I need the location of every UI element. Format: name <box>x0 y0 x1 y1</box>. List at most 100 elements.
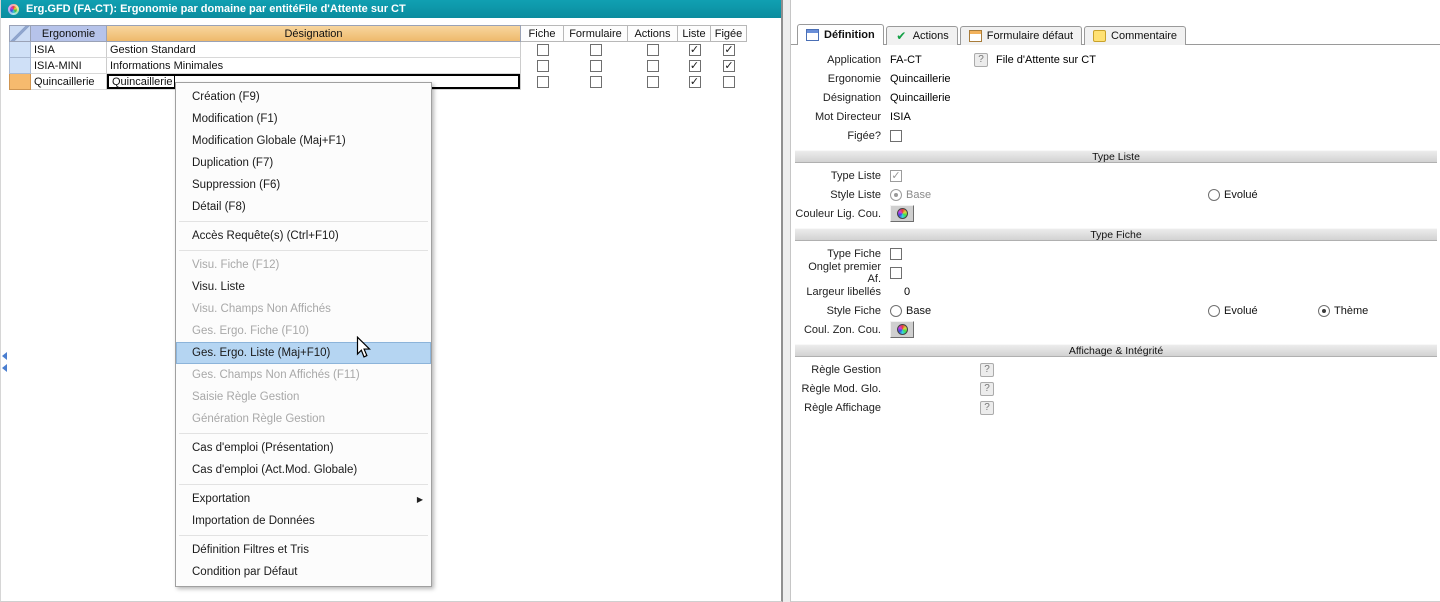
form-row: Règle Gestion? <box>795 360 1437 379</box>
radio-option[interactable]: Evolué <box>1208 304 1258 317</box>
dock-handle[interactable] <box>2 352 7 372</box>
tab-commentaire[interactable]: Commentaire <box>1084 26 1187 45</box>
checkbox[interactable]: ✓ <box>688 44 701 56</box>
form-row: Règle Mod. Glo.? <box>795 379 1437 398</box>
field-label: Figée? <box>847 129 881 142</box>
checkbox[interactable]: ✓ <box>723 60 735 72</box>
cell-actions <box>628 42 678 58</box>
form-row: Style Liste Base Evolué <box>795 185 1437 204</box>
header-designation[interactable]: Désignation <box>107 25 521 42</box>
field-label: Mot Directeur <box>814 110 881 123</box>
checkbox[interactable]: ✓ <box>723 44 735 56</box>
radio-label: Thème <box>1334 304 1369 317</box>
menu-item[interactable]: Détail (F8) <box>176 196 431 218</box>
comment-icon <box>1093 30 1107 42</box>
checkbox[interactable] <box>647 76 659 88</box>
header-fiche[interactable]: Fiche <box>521 25 564 42</box>
tab-formulaire-defaut[interactable]: Formulaire défaut <box>959 26 1083 45</box>
help-button[interactable]: ? <box>980 381 994 396</box>
checkbox[interactable] <box>723 76 735 88</box>
radio-option[interactable]: Evolué <box>1208 188 1258 201</box>
menu-item[interactable]: Condition par Défaut <box>176 561 431 583</box>
row-selector[interactable] <box>9 42 31 58</box>
cell-ergonomie[interactable]: ISIA-MINI <box>31 58 107 74</box>
table-row[interactable]: ISIA Gestion Standard ✓ ✓ <box>9 42 747 58</box>
menu-item[interactable]: Importation de Données <box>176 510 431 532</box>
menu-item[interactable]: Ges. Ergo. Liste (Maj+F10) <box>176 342 431 364</box>
table-row[interactable]: ISIA-MINI Informations Minimales ✓ ✓ <box>9 58 747 74</box>
checkbox[interactable] <box>890 247 902 260</box>
help-button[interactable]: ? <box>980 400 994 415</box>
row-selector[interactable] <box>9 74 31 90</box>
checkbox[interactable]: ✓ <box>688 60 701 72</box>
checkbox[interactable] <box>647 60 659 72</box>
tab-actions[interactable]: ✔ Actions <box>885 26 958 45</box>
menu-item[interactable]: Accès Requête(s) (Ctrl+F10) <box>176 225 431 247</box>
help-button[interactable]: ? <box>974 52 988 67</box>
field-content: Base Evolué <box>890 185 1437 204</box>
menu-item[interactable]: Modification Globale (Maj+F1) <box>176 130 431 152</box>
header-figee[interactable]: Figée <box>711 25 747 42</box>
radio-option[interactable]: Base <box>890 304 931 317</box>
menu-item[interactable]: Cas d'emploi (Présentation) <box>176 437 431 459</box>
header-selector[interactable] <box>9 25 31 42</box>
color-picker-button[interactable] <box>890 205 914 222</box>
menu-item[interactable]: Duplication (F7) <box>176 152 431 174</box>
row-selector[interactable] <box>9 58 31 74</box>
menu-item[interactable]: Visu. Liste <box>176 276 431 298</box>
radio-option[interactable]: Base <box>890 188 931 201</box>
form-row: Type Fiche <box>795 244 1437 263</box>
actions-check-icon: ✔ <box>896 29 907 43</box>
checkbox[interactable] <box>890 129 902 142</box>
field-content <box>890 320 1437 339</box>
field-content <box>890 244 1437 263</box>
menu-item[interactable]: Cas d'emploi (Act.Mod. Globale) <box>176 459 431 481</box>
field-content <box>890 263 1437 282</box>
menu-item[interactable]: Ges. Ergo. Fiche (F10) <box>176 320 431 342</box>
menu-item[interactable]: Création (F9) <box>176 86 431 108</box>
header-formulaire[interactable]: Formulaire <box>564 25 628 42</box>
table-header: Ergonomie Désignation Fiche Formulaire A… <box>9 25 747 42</box>
cell-designation[interactable]: Gestion Standard <box>107 42 521 58</box>
checkbox[interactable]: ✓ <box>890 169 902 182</box>
field-label: Couleur Lig. Cou. <box>795 207 881 220</box>
header-ergonomie[interactable]: Ergonomie <box>31 25 107 42</box>
cell-actions <box>628 58 678 74</box>
header-actions[interactable]: Actions <box>628 25 678 42</box>
checkbox[interactable] <box>590 60 602 72</box>
menu-item[interactable]: Visu. Champs Non Affichés <box>176 298 431 320</box>
checkbox[interactable] <box>590 76 602 88</box>
radio-option[interactable]: Thème <box>1318 304 1369 317</box>
field-content <box>890 204 1437 223</box>
form-icon <box>968 30 982 42</box>
checkbox[interactable] <box>536 44 549 56</box>
checkbox[interactable] <box>590 44 602 56</box>
menu-item[interactable]: Définition Filtres et Tris <box>176 539 431 561</box>
cell-figee <box>711 74 747 90</box>
menu-item[interactable]: Ges. Champs Non Affichés (F11) <box>176 364 431 386</box>
checkbox[interactable]: ✓ <box>688 76 701 88</box>
menu-item[interactable]: Suppression (F6) <box>176 174 431 196</box>
menu-separator <box>179 535 428 536</box>
menu-item[interactable]: Modification (F1) <box>176 108 431 130</box>
checkbox[interactable] <box>536 60 549 72</box>
checkbox[interactable] <box>647 44 659 56</box>
menu-item[interactable]: Visu. Fiche (F12) <box>176 254 431 276</box>
checkbox[interactable] <box>536 76 549 88</box>
field-content: ISIA <box>890 107 1437 126</box>
menu-item[interactable]: Génération Règle Gestion <box>176 408 431 430</box>
submenu-arrow-icon: ▶ <box>416 494 423 504</box>
cell-designation[interactable]: Informations Minimales <box>107 58 521 74</box>
menu-item[interactable]: Exportation ▶ <box>176 488 431 510</box>
cell-ergonomie[interactable]: ISIA <box>31 42 107 58</box>
checkbox[interactable] <box>890 266 902 279</box>
tab-definition[interactable]: Définition <box>797 24 884 46</box>
title-bar[interactable]: Erg.GFD (FA-CT): Ergonomie par domaine p… <box>1 0 781 18</box>
header-liste[interactable]: Liste <box>678 25 711 42</box>
context-menu-items: Création (F9) Modification (F1) Modificati… <box>176 86 431 583</box>
color-picker-button[interactable] <box>890 321 914 338</box>
help-button[interactable]: ? <box>980 362 994 377</box>
menu-item[interactable]: Saisie Règle Gestion <box>176 386 431 408</box>
cell-ergonomie[interactable]: Quincaillerie <box>31 74 107 90</box>
chevron-left-icon <box>2 364 7 372</box>
